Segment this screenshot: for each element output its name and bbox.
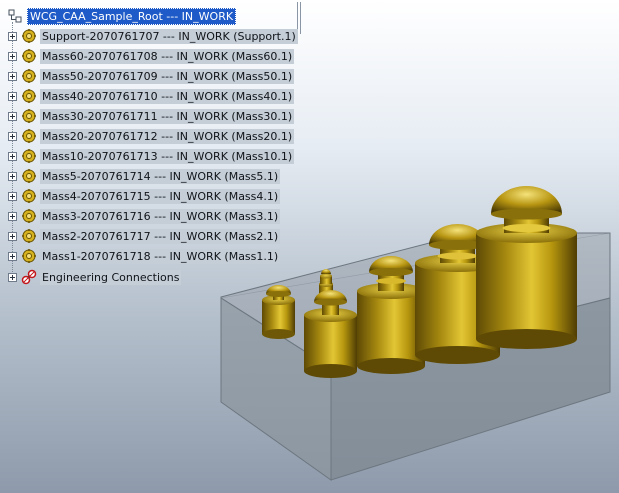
tree-item-mass40[interactable]: Mass40-2070761710 --- IN_WORK (Mass40.1) [8,87,295,105]
tree-item-label[interactable]: Mass2-2070761717 --- IN_WORK (Mass2.1) [40,228,281,244]
expand-icon[interactable] [8,111,17,121]
tree-item-mass1[interactable]: Mass1-2070761718 --- IN_WORK (Mass1.1) [8,247,281,265]
tree-item-label[interactable]: Mass40-2070761710 --- IN_WORK (Mass40.1) [40,88,295,104]
expand-icon[interactable] [8,272,17,282]
part-gear-icon [22,189,36,203]
part-gear-icon [22,49,36,63]
engineering-connections-icon [21,269,37,285]
tree-item-mass3[interactable]: Mass3-2070761716 --- IN_WORK (Mass3.1) [8,207,281,225]
tree-item-mass2[interactable]: Mass2-2070761717 --- IN_WORK (Mass2.1) [8,227,281,245]
tree-root-label[interactable]: WCG_CAA_Sample_Root --- IN_WORK [27,7,237,25]
tree-item-label[interactable]: Mass10-2070761713 --- IN_WORK (Mass10.1) [40,148,295,164]
tree-item-engineering-connections[interactable]: Engineering Connections [8,268,182,286]
tree-item-label[interactable]: Mass30-2070761711 --- IN_WORK (Mass30.1) [40,108,295,124]
tree-item-mass5[interactable]: Mass5-2070761714 --- IN_WORK (Mass5.1) [8,167,281,185]
tree-item-label[interactable]: Mass20-2070761712 --- IN_WORK (Mass20.1) [40,128,295,144]
tree-item-label[interactable]: Engineering Connections [40,269,182,285]
expand-icon[interactable] [8,151,17,161]
expand-icon[interactable] [8,91,17,101]
part-gear-icon [22,249,36,263]
mass60-weight[interactable] [476,186,577,349]
expand-icon[interactable] [8,191,17,201]
part-gear-icon [22,149,36,163]
part-gear-icon [22,29,36,43]
tree-item-mass10[interactable]: Mass10-2070761713 --- IN_WORK (Mass10.1) [8,147,295,165]
expand-icon[interactable] [8,251,17,261]
expand-icon[interactable] [8,71,17,81]
tree-item-mass60[interactable]: Mass60-2070761708 --- IN_WORK (Mass60.1) [8,47,295,65]
expand-icon[interactable] [8,131,17,141]
tree-item-support[interactable]: Support-2070761707 --- IN_WORK (Support.… [8,27,298,45]
expand-icon[interactable] [8,51,17,61]
tree-item-mass20[interactable]: Mass20-2070761712 --- IN_WORK (Mass20.1) [8,127,295,145]
tree-item-label[interactable]: Mass5-2070761714 --- IN_WORK (Mass5.1) [40,168,281,184]
expand-icon[interactable] [8,211,17,221]
expand-icon[interactable] [8,231,17,241]
tree-item-label[interactable]: Mass1-2070761718 --- IN_WORK (Mass1.1) [40,248,281,264]
part-gear-icon [22,209,36,223]
expand-icon[interactable] [8,31,17,41]
mass5-weight[interactable] [262,285,295,339]
tree-root-row[interactable]: WCG_CAA_Sample_Root --- IN_WORK [8,7,237,25]
product-root-icon [8,9,22,23]
expand-icon[interactable] [8,171,17,181]
part-gear-icon [22,229,36,243]
part-gear-icon [22,129,36,143]
3d-viewport[interactable]: WCG_CAA_Sample_Root --- IN_WORK Support-… [0,0,619,493]
part-gear-icon [22,109,36,123]
tree-item-label[interactable]: Mass3-2070761716 --- IN_WORK (Mass3.1) [40,208,281,224]
part-gear-icon [22,89,36,103]
part-gear-icon [22,69,36,83]
tree-item-label[interactable]: Support-2070761707 --- IN_WORK (Support.… [40,28,298,44]
part-gear-icon [22,169,36,183]
tree-item-label[interactable]: Mass60-2070761708 --- IN_WORK (Mass60.1) [40,48,295,64]
tree-item-mass30[interactable]: Mass30-2070761711 --- IN_WORK (Mass30.1) [8,107,295,125]
tree-item-mass4[interactable]: Mass4-2070761715 --- IN_WORK (Mass4.1) [8,187,281,205]
tree-item-label[interactable]: Mass4-2070761715 --- IN_WORK (Mass4.1) [40,188,281,204]
tree-item-mass50[interactable]: Mass50-2070761709 --- IN_WORK (Mass50.1) [8,67,295,85]
tree-item-label[interactable]: Mass50-2070761709 --- IN_WORK (Mass50.1) [40,68,295,84]
